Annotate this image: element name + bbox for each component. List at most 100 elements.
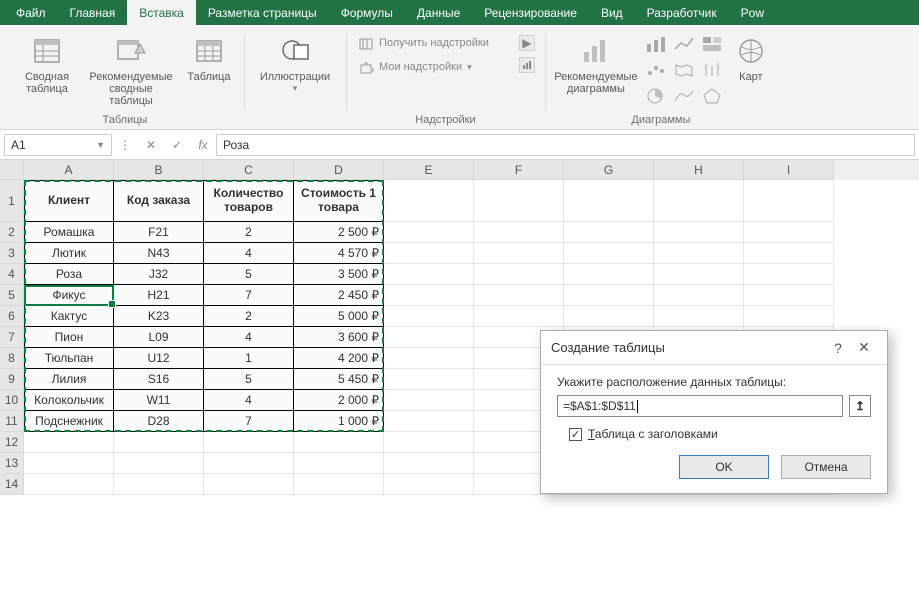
table-cell[interactable]: Лютик: [24, 243, 114, 264]
cell[interactable]: [384, 474, 474, 495]
ribbon-tab-5[interactable]: Данные: [405, 0, 472, 25]
table-cell[interactable]: F21: [114, 222, 204, 243]
row-header-5[interactable]: 5: [0, 285, 24, 306]
cell[interactable]: [654, 264, 744, 285]
col-header-B[interactable]: B: [114, 160, 204, 180]
cell[interactable]: [474, 264, 564, 285]
cell[interactable]: [564, 180, 654, 222]
accept-edit-button[interactable]: ✓: [164, 134, 190, 156]
table-cell[interactable]: 4: [204, 327, 294, 348]
cell[interactable]: [744, 306, 834, 327]
cell[interactable]: [384, 453, 474, 474]
cell[interactable]: [384, 327, 474, 348]
cell[interactable]: [384, 432, 474, 453]
bar-chart-icon[interactable]: [645, 35, 671, 59]
insert-function-button[interactable]: fx: [190, 134, 216, 156]
col-header-G[interactable]: G: [564, 160, 654, 180]
col-header-I[interactable]: I: [744, 160, 834, 180]
cell[interactable]: [654, 222, 744, 243]
cell[interactable]: [384, 411, 474, 432]
cell[interactable]: [114, 432, 204, 453]
col-header-D[interactable]: D: [294, 160, 384, 180]
hierarchy-chart-icon[interactable]: [701, 35, 727, 59]
ribbon-tab-4[interactable]: Формулы: [329, 0, 405, 25]
table-cell[interactable]: 1 000 ₽: [294, 411, 384, 432]
select-all-corner[interactable]: [0, 160, 24, 180]
col-header-A[interactable]: A: [24, 160, 114, 180]
cell[interactable]: [384, 180, 474, 222]
row-header-14[interactable]: 14: [0, 474, 24, 495]
cell[interactable]: [114, 474, 204, 495]
cell[interactable]: [744, 285, 834, 306]
range-selector-button[interactable]: ↥: [849, 395, 871, 417]
table-button[interactable]: Таблица: [180, 31, 238, 83]
cell[interactable]: [384, 243, 474, 264]
ribbon-tab-0[interactable]: Файл: [4, 0, 58, 25]
ribbon-tab-6[interactable]: Рецензирование: [472, 0, 589, 25]
help-button[interactable]: ?: [825, 340, 851, 356]
cell[interactable]: [564, 264, 654, 285]
pivot-table-button[interactable]: Сводная таблица: [12, 31, 82, 95]
table-cell[interactable]: Ромашка: [24, 222, 114, 243]
table-cell[interactable]: H21: [114, 285, 204, 306]
cell[interactable]: [744, 180, 834, 222]
maps-button[interactable]: Карт: [731, 31, 771, 83]
table-cell[interactable]: 3 500 ₽: [294, 264, 384, 285]
cell[interactable]: [294, 474, 384, 495]
my-addins-button[interactable]: Мои надстройки ▾: [358, 59, 489, 75]
get-addins-button[interactable]: Получить надстройки: [358, 35, 489, 51]
row-header-4[interactable]: 4: [0, 264, 24, 285]
range-input[interactable]: =$A$1:$D$11: [557, 395, 843, 417]
cell[interactable]: [474, 222, 564, 243]
cell[interactable]: [204, 453, 294, 474]
table-cell[interactable]: 2 000 ₽: [294, 390, 384, 411]
table-cell[interactable]: Лилия: [24, 369, 114, 390]
table-cell[interactable]: Подснежник: [24, 411, 114, 432]
formula-input[interactable]: Роза: [216, 134, 915, 156]
table-cell[interactable]: Роза: [24, 264, 114, 285]
surface-chart-icon[interactable]: [673, 87, 699, 111]
table-cell[interactable]: 2 450 ₽: [294, 285, 384, 306]
cell[interactable]: [564, 222, 654, 243]
scatter-chart-icon[interactable]: [645, 61, 671, 85]
table-cell[interactable]: 7: [204, 285, 294, 306]
cell[interactable]: [654, 285, 744, 306]
table-cell[interactable]: Фикус: [24, 285, 114, 306]
table-cell[interactable]: Колокольчик: [24, 390, 114, 411]
illustrations-button[interactable]: Иллюстрации ▾: [250, 31, 340, 94]
ribbon-tab-8[interactable]: Разработчик: [635, 0, 729, 25]
table-cell[interactable]: 4: [204, 390, 294, 411]
row-header-9[interactable]: 9: [0, 369, 24, 390]
cell[interactable]: [474, 180, 564, 222]
name-box[interactable]: A1 ▼: [4, 134, 112, 156]
table-cell[interactable]: D28: [114, 411, 204, 432]
table-cell[interactable]: Пион: [24, 327, 114, 348]
cell[interactable]: [24, 474, 114, 495]
table-cell[interactable]: 4 200 ₽: [294, 348, 384, 369]
cancel-button[interactable]: Отмена: [781, 455, 871, 479]
cell[interactable]: [384, 348, 474, 369]
cell[interactable]: [294, 432, 384, 453]
table-cell[interactable]: 2: [204, 222, 294, 243]
col-header-F[interactable]: F: [474, 160, 564, 180]
table-cell[interactable]: 5 000 ₽: [294, 306, 384, 327]
cell[interactable]: [384, 222, 474, 243]
cell[interactable]: [384, 369, 474, 390]
dialog-titlebar[interactable]: Создание таблицы ? ✕: [541, 331, 887, 365]
row-header-2[interactable]: 2: [0, 222, 24, 243]
row-header-1[interactable]: 1: [0, 180, 24, 222]
table-cell[interactable]: S16: [114, 369, 204, 390]
table-cell[interactable]: U12: [114, 348, 204, 369]
row-header-10[interactable]: 10: [0, 390, 24, 411]
cell[interactable]: [24, 453, 114, 474]
cell[interactable]: [744, 243, 834, 264]
line-chart-icon[interactable]: [673, 35, 699, 59]
cell[interactable]: [384, 264, 474, 285]
map-chart-icon[interactable]: [673, 61, 699, 85]
row-header-6[interactable]: 6: [0, 306, 24, 327]
cell[interactable]: [474, 285, 564, 306]
table-cell[interactable]: 5: [204, 369, 294, 390]
people-graph-button[interactable]: [519, 57, 535, 73]
table-cell[interactable]: Тюльпан: [24, 348, 114, 369]
table-cell[interactable]: 2: [204, 306, 294, 327]
